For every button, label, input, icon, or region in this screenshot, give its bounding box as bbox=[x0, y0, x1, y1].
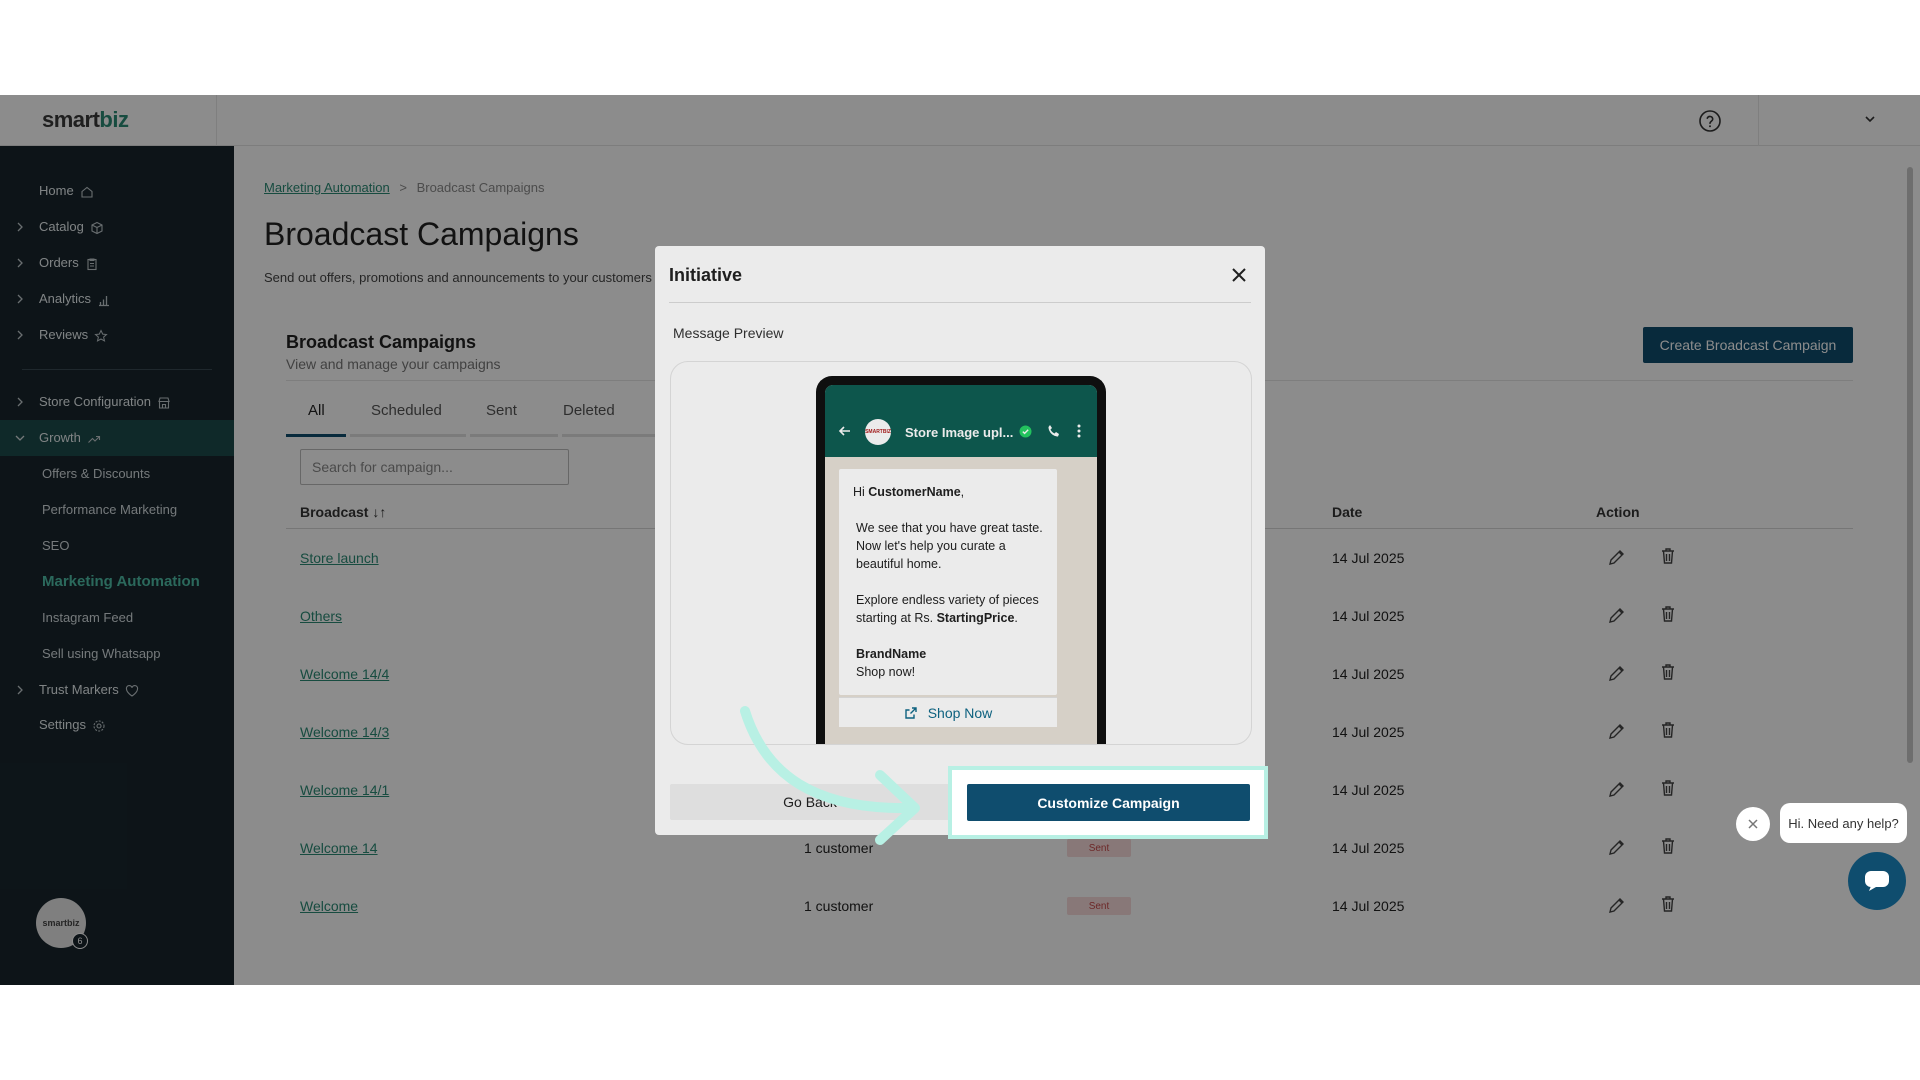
chat-close-button[interactable] bbox=[1736, 807, 1770, 841]
app-frame: smartbiz Home Catalog Orders Analytics R… bbox=[0, 95, 1920, 985]
close-icon bbox=[1748, 819, 1758, 829]
chat-icon bbox=[1865, 871, 1889, 891]
customize-campaign-button[interactable]: Customize Campaign bbox=[967, 784, 1250, 821]
tutorial-arrow-icon bbox=[740, 706, 920, 845]
chat-help-bubble[interactable]: Hi. Need any help? bbox=[1780, 803, 1907, 843]
chat-launcher-button[interactable] bbox=[1848, 852, 1906, 910]
